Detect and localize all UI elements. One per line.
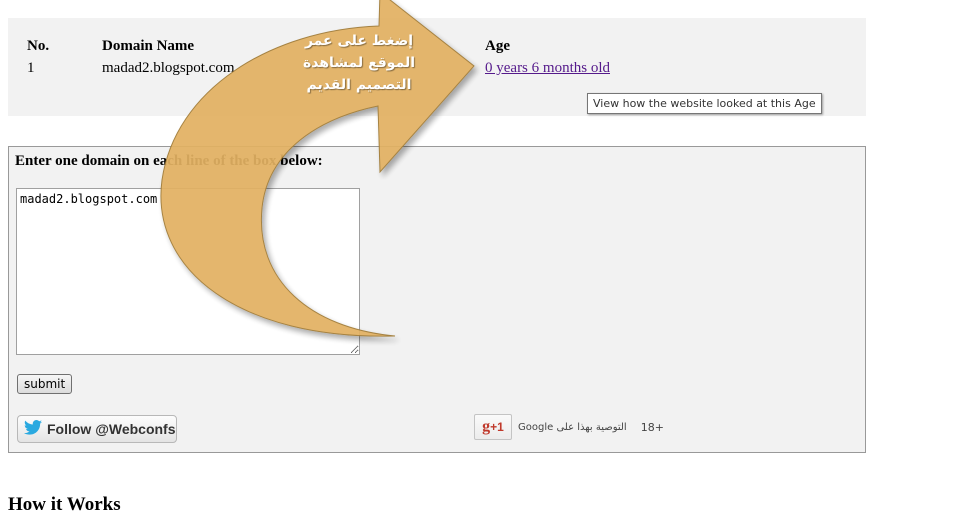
gplus-widget: g +1 التوصية بهذا على Google 18+ — [474, 414, 664, 440]
follow-label: Follow @Webconfs — [47, 421, 176, 437]
gplus-button[interactable]: g +1 — [474, 414, 512, 440]
age-tooltip: View how the website looked at this Age — [587, 93, 822, 114]
row-domain: madad2.blogspot.com — [102, 60, 235, 76]
col-header-no: No. — [27, 38, 50, 54]
gplus-count: 18+ — [640, 420, 664, 434]
col-header-age: Age — [485, 38, 510, 54]
col-header-domain: Domain Name — [102, 38, 195, 54]
gplus-label: +1 — [490, 420, 504, 434]
domains-textarea[interactable]: madad2.blogspot.com — [16, 188, 360, 355]
domain-form: Enter one domain on each line of the box… — [8, 146, 866, 453]
row-number: 1 — [27, 60, 35, 76]
age-link[interactable]: 0 years 6 months old — [485, 60, 610, 77]
submit-button[interactable]: submit — [17, 374, 73, 394]
how-it-works-heading: How it Works — [8, 494, 121, 515]
gplus-recommend-text: التوصية بهذا على Google — [518, 421, 627, 433]
form-instruction: Enter one domain on each line of the box… — [15, 153, 323, 169]
gplus-g-icon: g — [482, 418, 491, 435]
twitter-bird-icon — [24, 420, 42, 438]
twitter-follow-button[interactable]: Follow @Webconfs — [17, 415, 177, 443]
